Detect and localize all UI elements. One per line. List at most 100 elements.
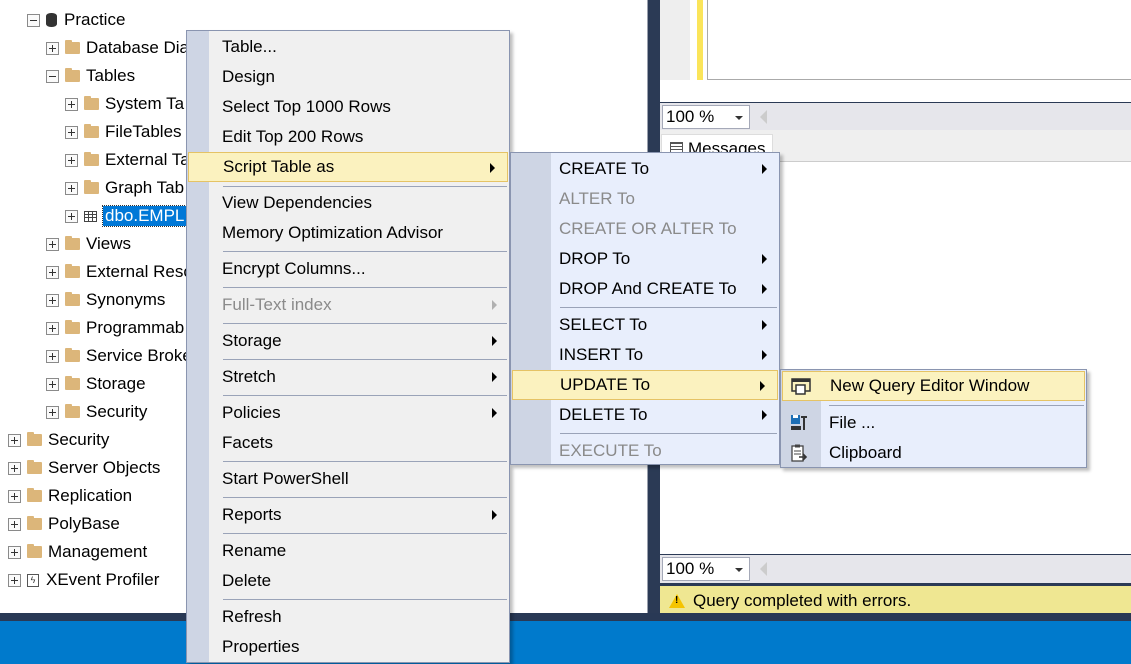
change-marker [697,0,703,80]
menu-item-memory-optimization-advisor[interactable]: Memory Optimization Advisor [187,218,509,248]
submenu-arrow-icon [762,410,767,420]
tree-node-replication[interactable]: Replication [8,482,132,510]
tree-node-polybase[interactable]: PolyBase [8,510,120,538]
menu-item-policies[interactable]: Policies [187,398,509,428]
menu-item-table[interactable]: Table... [187,32,509,62]
menu-item-start-powershell[interactable]: Start PowerShell [187,464,509,494]
menu-item-view-dependencies[interactable]: View Dependencies [187,188,509,218]
expand-icon[interactable] [65,153,78,167]
expand-icon[interactable] [65,125,78,139]
menu-item-delete[interactable]: Delete [187,566,509,596]
tree-node-programmability[interactable]: Programmab [46,314,184,342]
menu-item-script-table-as[interactable]: Script Table as [188,152,508,182]
results-zoom-select[interactable]: 100 % [662,557,750,581]
menu-separator [223,497,507,498]
submenu-arrow-icon [492,408,497,418]
menu-item-clipboard[interactable]: Clipboard [781,438,1086,468]
menu-item-create-to[interactable]: CREATE To [511,154,779,184]
menu-separator [223,186,507,187]
menu-separator [829,405,1084,406]
menu-item-select-to[interactable]: SELECT To [511,310,779,340]
table-context-menu: Table... Design Select Top 1000 Rows Edi… [186,30,510,663]
collapse-icon[interactable] [46,69,59,83]
expand-icon[interactable] [46,265,59,279]
menu-item-edit-top-200[interactable]: Edit Top 200 Rows [187,122,509,152]
scroll-left-icon[interactable] [760,110,767,124]
expand-icon[interactable] [46,321,59,335]
tree-label: Service Broke [86,346,192,365]
tree-node-tables[interactable]: Tables [46,62,135,90]
tree-node-dbo-empl[interactable]: dbo.EMPL [65,202,188,230]
tree-label: Tables [86,66,136,85]
tree-node-filetables[interactable]: FileTables [65,118,182,146]
scroll-left-icon[interactable] [760,562,767,576]
collapse-icon[interactable] [27,13,40,27]
tree-node-server-objects[interactable]: Server Objects [8,454,160,482]
expand-icon[interactable] [46,377,59,391]
tree-node-system-tables[interactable]: System Ta [65,90,184,118]
status-strip [0,621,1131,664]
tree-label: Management [48,542,148,561]
menu-item-new-query-editor-window[interactable]: New Query Editor Window [782,371,1085,401]
menu-item-create-or-alter-to: CREATE OR ALTER To [511,214,779,244]
tree-node-db-security[interactable]: Security [46,398,147,426]
expand-icon[interactable] [8,433,21,447]
query-editor[interactable] [660,0,1131,102]
tree-node-external-tables[interactable]: External Ta [65,146,190,174]
tree-node-database-diagrams[interactable]: Database Dia [46,34,189,62]
menu-label: Edit Top 200 Rows [222,127,364,146]
menu-item-stretch[interactable]: Stretch [187,362,509,392]
tree-node-synonyms[interactable]: Synonyms [46,286,165,314]
menu-item-reports[interactable]: Reports [187,500,509,530]
folder-icon [84,124,99,138]
expand-icon[interactable] [46,293,59,307]
menu-separator [223,395,507,396]
expand-icon[interactable] [8,545,21,559]
expand-icon[interactable] [8,461,21,475]
expand-icon[interactable] [8,517,21,531]
save-file-icon [791,415,807,430]
editor-zoom-select[interactable]: 100 % [662,105,750,129]
expand-icon[interactable] [46,349,59,363]
expand-icon[interactable] [65,97,78,111]
expand-icon[interactable] [8,489,21,503]
folder-icon [27,488,42,502]
tree-node-management[interactable]: Management [8,538,147,566]
folder-icon [65,68,80,82]
tree-node-external-resources[interactable]: External Reso [46,258,193,286]
menu-item-insert-to[interactable]: INSERT To [511,340,779,370]
menu-item-properties[interactable]: Properties [187,632,509,662]
menu-item-encrypt-columns[interactable]: Encrypt Columns... [187,254,509,284]
editor-text-area[interactable] [707,0,1131,80]
tree-label-selected: dbo.EMPL [101,205,188,227]
expand-icon[interactable] [65,181,78,195]
menu-label: DELETE To [559,405,648,424]
menu-item-drop-and-create-to[interactable]: DROP And CREATE To [511,274,779,304]
menu-item-file[interactable]: File ... [781,408,1086,438]
menu-item-design[interactable]: Design [187,62,509,92]
expand-icon[interactable] [46,237,59,251]
tree-node-service-broker[interactable]: Service Broke [46,342,192,370]
tree-node-security[interactable]: Security [8,426,109,454]
expand-icon[interactable] [8,573,21,587]
menu-label: CREATE OR ALTER To [559,219,737,238]
folder-icon [27,516,42,530]
menu-item-rename[interactable]: Rename [187,536,509,566]
menu-item-select-top-1000[interactable]: Select Top 1000 Rows [187,92,509,122]
tree-node-graph-tables[interactable]: Graph Tab [65,174,184,202]
warning-icon [669,593,685,608]
menu-item-delete-to[interactable]: DELETE To [511,400,779,430]
menu-item-facets[interactable]: Facets [187,428,509,458]
tree-node-xevent-profiler[interactable]: ϟ XEvent Profiler [8,566,159,594]
menu-item-drop-to[interactable]: DROP To [511,244,779,274]
tree-node-views[interactable]: Views [46,230,131,258]
expand-icon[interactable] [46,41,59,55]
zoom-value: 100 % [666,107,715,126]
expand-icon[interactable] [46,405,59,419]
tree-node-storage[interactable]: Storage [46,370,146,398]
tree-node-practice[interactable]: Practice [27,6,125,34]
menu-item-storage[interactable]: Storage [187,326,509,356]
menu-item-update-to[interactable]: UPDATE To [512,370,778,400]
expand-icon[interactable] [65,209,78,223]
menu-item-refresh[interactable]: Refresh [187,602,509,632]
